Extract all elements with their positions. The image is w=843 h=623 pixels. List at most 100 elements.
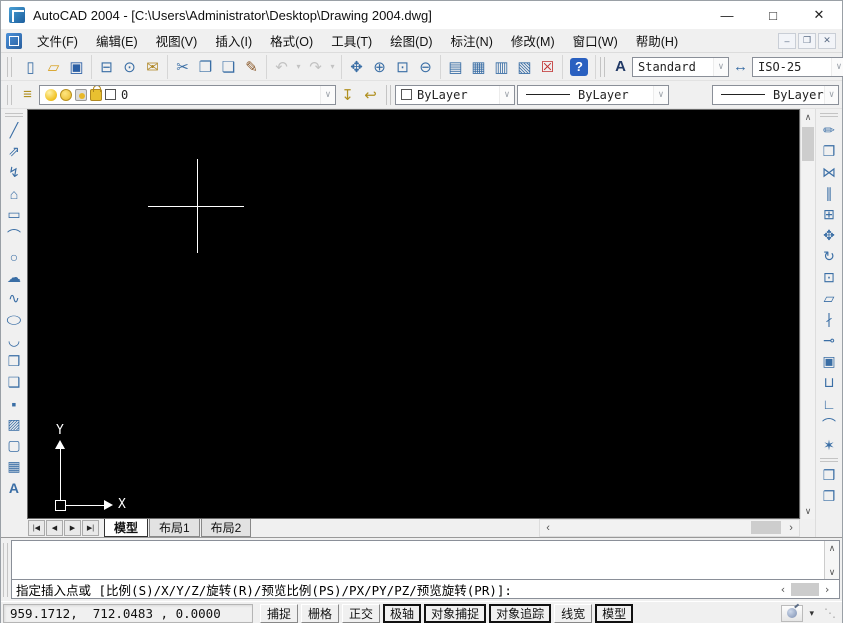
- chevron-down-icon[interactable]: ∨: [713, 58, 728, 76]
- toolbar-grip[interactable]: [5, 113, 23, 117]
- rotate-icon[interactable]: ↻: [818, 246, 840, 267]
- fillet-icon[interactable]: ⌒: [818, 414, 840, 435]
- toolbar-grip[interactable]: [820, 113, 838, 117]
- undo-icon[interactable]: ↶: [270, 56, 293, 78]
- minimize-button[interactable]: —: [704, 1, 750, 29]
- scroll-up-icon[interactable]: ∧: [825, 541, 839, 555]
- explode-icon[interactable]: ✶: [818, 435, 840, 456]
- toolbar-grip[interactable]: [820, 458, 838, 462]
- resize-grip-icon[interactable]: ⋱: [824, 606, 836, 620]
- break-at-point-icon[interactable]: ▣: [818, 351, 840, 372]
- zoom-previous-icon[interactable]: ⊖: [414, 56, 437, 78]
- vertical-scrollbar[interactable]: ∧ ∨: [800, 109, 815, 519]
- save-icon[interactable]: ▣: [65, 56, 88, 78]
- ellipse-arc-icon[interactable]: ◡: [3, 330, 25, 351]
- tool-palettes-icon[interactable]: ▥: [490, 56, 513, 78]
- make-block-icon[interactable]: ❑: [3, 372, 25, 393]
- chevron-down-icon[interactable]: ∨: [653, 86, 668, 104]
- designcenter-icon[interactable]: ▦: [467, 56, 490, 78]
- horizontal-scrollbar[interactable]: ‹ ›: [539, 519, 800, 537]
- copy-object-icon[interactable]: ❐: [818, 141, 840, 162]
- erase-icon[interactable]: ✏: [818, 120, 840, 141]
- layer-previous-icon[interactable]: ↩: [359, 84, 382, 106]
- move-icon[interactable]: ✥: [818, 225, 840, 246]
- scrollbar-track[interactable]: [801, 125, 815, 503]
- text-style-icon[interactable]: A: [609, 56, 632, 78]
- lineweight-toggle[interactable]: 线宽: [554, 604, 592, 623]
- stretch-icon[interactable]: ▱: [818, 288, 840, 309]
- tab-first-button[interactable]: |◀: [28, 520, 45, 536]
- scrollbar-thumb[interactable]: [791, 583, 819, 596]
- menu-file[interactable]: 文件(F): [28, 28, 87, 53]
- open-file-icon[interactable]: ▱: [42, 56, 65, 78]
- menu-insert[interactable]: 插入(I): [206, 28, 261, 53]
- menu-view[interactable]: 视图(V): [147, 28, 207, 53]
- plot-preview-icon[interactable]: ⊙: [118, 56, 141, 78]
- color-select[interactable]: ByLayer ∨: [395, 85, 515, 105]
- match-properties-icon[interactable]: ✎: [240, 56, 263, 78]
- scale-icon[interactable]: ⊡: [818, 267, 840, 288]
- menu-draw[interactable]: 绘图(D): [381, 28, 441, 53]
- construction-line-icon[interactable]: ⇗: [3, 141, 25, 162]
- tab-prev-button[interactable]: ◀: [46, 520, 63, 536]
- scroll-right-icon[interactable]: ›: [783, 520, 799, 536]
- point-icon[interactable]: ▪: [3, 393, 25, 414]
- make-layer-current-icon[interactable]: ↧: [336, 84, 359, 106]
- communication-center-icon[interactable]: [781, 605, 803, 622]
- dim-style-select[interactable]: ISO-25 ∨: [752, 57, 843, 77]
- extend-icon[interactable]: ⊸: [818, 330, 840, 351]
- scroll-left-icon[interactable]: ‹: [540, 520, 556, 536]
- close-button[interactable]: ✕: [796, 1, 842, 29]
- tab-next-button[interactable]: ▶: [64, 520, 81, 536]
- plot-icon[interactable]: ⊟: [95, 56, 118, 78]
- rectangle-icon[interactable]: ▭: [3, 204, 25, 225]
- layer-select[interactable]: 0 ∨: [39, 85, 336, 105]
- array-icon[interactable]: ⊞: [818, 204, 840, 225]
- spline-icon[interactable]: ∿: [3, 288, 25, 309]
- dbconnect-icon[interactable]: ▧: [513, 56, 536, 78]
- drawing-canvas[interactable]: Y X: [27, 109, 800, 519]
- mirror-icon[interactable]: ⋈: [818, 162, 840, 183]
- pan-icon[interactable]: ✥: [345, 56, 368, 78]
- otrack-toggle[interactable]: 对象追踪: [489, 604, 551, 623]
- grid-toggle[interactable]: 栅格: [301, 604, 339, 623]
- layers-icon[interactable]: ≡: [16, 84, 39, 106]
- chevron-down-icon[interactable]: ∨: [831, 58, 843, 76]
- menu-help[interactable]: 帮助(H): [627, 28, 687, 53]
- model-toggle[interactable]: 模型: [595, 604, 633, 623]
- coordinate-display[interactable]: 959.1712, 712.0483 , 0.0000: [3, 604, 253, 623]
- dim-style-icon[interactable]: ↔: [729, 56, 752, 78]
- dropdown-icon[interactable]: ▾: [327, 56, 338, 78]
- chevron-down-icon[interactable]: ∨: [499, 86, 514, 104]
- ortho-toggle[interactable]: 正交: [342, 604, 380, 623]
- polygon-icon[interactable]: ⌂: [3, 183, 25, 204]
- dropdown-icon[interactable]: ▾: [293, 56, 304, 78]
- scroll-down-icon[interactable]: ∨: [825, 565, 839, 579]
- mdi-minimize-button[interactable]: –: [778, 33, 796, 49]
- chamfer-icon[interactable]: ∟: [818, 393, 840, 414]
- trim-icon[interactable]: ∤: [818, 309, 840, 330]
- osnap-toggle[interactable]: 对象捕捉: [424, 604, 486, 623]
- scroll-left-icon[interactable]: ‹: [775, 583, 791, 596]
- menu-format[interactable]: 格式(O): [261, 28, 322, 53]
- cad-standards-icon[interactable]: ☒: [536, 56, 559, 78]
- scrollbar-thumb[interactable]: [802, 127, 814, 161]
- zoom-window-icon[interactable]: ⊡: [391, 56, 414, 78]
- scrollbar-thumb[interactable]: [751, 521, 781, 534]
- command-input[interactable]: 指定插入点或 [比例(S)/X/Y/Z/旋转(R)/预览比例(PS)/PX/PY…: [12, 579, 839, 598]
- circle-icon[interactable]: ○: [3, 246, 25, 267]
- properties-icon[interactable]: ▤: [444, 56, 467, 78]
- scroll-right-icon[interactable]: ›: [819, 583, 835, 596]
- menu-edit[interactable]: 编辑(E): [87, 28, 147, 53]
- snap-toggle[interactable]: 捕捉: [260, 604, 298, 623]
- command-input-scrollbar[interactable]: ‹ ›: [775, 583, 835, 596]
- tab-last-button[interactable]: ▶|: [82, 520, 99, 536]
- tab-layout2[interactable]: 布局2: [201, 519, 252, 537]
- layer-lock-icon[interactable]: [90, 89, 102, 101]
- layer-viewport-freeze-icon[interactable]: [75, 89, 87, 101]
- offset-icon[interactable]: ∥: [818, 183, 840, 204]
- tab-model[interactable]: 模型: [104, 519, 148, 537]
- menu-dimension[interactable]: 标注(N): [442, 28, 502, 53]
- toolbar-grip[interactable]: [7, 57, 12, 77]
- scrollbar-track[interactable]: [556, 520, 783, 536]
